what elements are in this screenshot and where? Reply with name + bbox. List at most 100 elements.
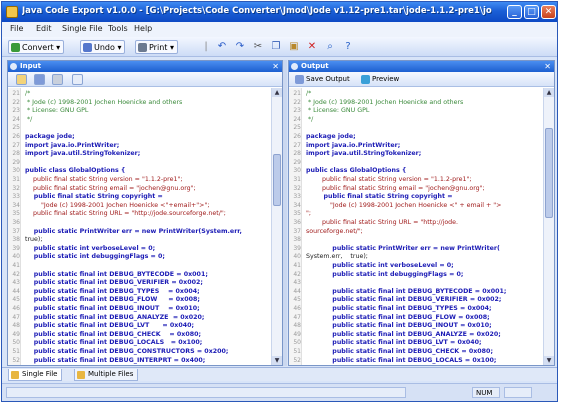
line-number: 36 (12, 219, 20, 226)
scroll-up-icon[interactable]: ▲ (544, 88, 554, 97)
line-number: 29 (12, 158, 20, 166)
code-text: * License: GNU GPL (25, 107, 89, 115)
undo-label: Undo (94, 43, 115, 52)
line-number: 24 (293, 115, 301, 123)
line-number: 32 (12, 184, 20, 192)
tab-single-file[interactable]: Single File (8, 369, 63, 381)
maximize-button[interactable]: □ (524, 5, 539, 19)
line-number: 50 (12, 339, 20, 347)
code-text: public static final int DEBUG_VERIFIER =… (25, 279, 203, 287)
line-number: 45 (293, 296, 301, 304)
code-text: import java.util.StringTokenizer; (25, 150, 141, 158)
code-text: public final static String URL = "http:/… (306, 219, 459, 226)
undo-icon[interactable]: ↶ (216, 41, 228, 53)
line-number: 29 (293, 158, 301, 166)
save-output-label: Save Output (306, 75, 350, 83)
find-icon[interactable]: ⌕ (324, 41, 336, 53)
code-text: public static final int DEBUG_FLOW = 0x0… (306, 313, 490, 321)
line-number: 35 (12, 210, 20, 218)
line-number: 33 (293, 193, 301, 201)
scroll-up-icon[interactable]: ▲ (272, 88, 282, 97)
line-number: 28 (293, 150, 301, 158)
code-text: * Jode (c) 1998-2001 Jochen Hoenicke and… (306, 98, 464, 106)
code-text: public static final int DEBUG_VERIFIER =… (306, 296, 502, 304)
line-number: 36 (293, 219, 301, 226)
code-text: public final static String copyright = (25, 193, 163, 201)
paste-icon[interactable]: ▣ (288, 41, 300, 53)
output-code-editor[interactable]: 21 /* 22 * Jode (c) 1998-2001 Jochen Hoeni… (289, 88, 543, 365)
print-button[interactable]: Print ▾ (135, 40, 178, 54)
status-cell-extra (504, 387, 532, 398)
line-number: 44 (293, 287, 301, 295)
line-number: 52 (12, 356, 20, 364)
close-button[interactable]: ✕ (541, 5, 556, 19)
tab-multiple-files[interactable]: Multiple Files (74, 369, 139, 381)
redo-icon[interactable]: ↷ (234, 41, 246, 53)
print-icon[interactable] (52, 74, 63, 85)
code-text: public static int verboseLevel = 0; (306, 262, 454, 269)
code-text: package jode; (25, 133, 75, 140)
file-icon (11, 371, 19, 379)
input-pane-toolbar (8, 72, 282, 87)
title-bar[interactable]: Java Code Export v1.0.0 - [G:\Projects\C… (2, 2, 557, 22)
code-text: public static final int DEBUG_CHECK = 0x… (306, 348, 493, 355)
code-text: import java.util.StringTokenizer; (306, 150, 422, 158)
line-number: 40 (293, 253, 301, 261)
code-text: public final static String email = "joch… (306, 184, 485, 192)
menu-tools[interactable]: Tools (108, 24, 128, 33)
scroll-down-icon[interactable]: ▼ (272, 356, 282, 365)
code-text: public static final int DEBUG_INOUT = 0x… (25, 305, 200, 312)
status-message (6, 387, 406, 398)
line-number: 45 (12, 296, 20, 304)
menu-single-file[interactable]: Single File (62, 24, 103, 33)
code-text: * License: GNU GPL (306, 107, 370, 115)
input-scrollbar[interactable]: ▲ ▼ (271, 88, 282, 365)
code-text: public static final int DEBUG_LVT = 0x04… (25, 322, 195, 330)
code-text: true); (25, 236, 43, 244)
save-icon[interactable] (34, 74, 45, 85)
menu-help[interactable]: Help (134, 24, 152, 33)
pane-splitter[interactable] (283, 60, 287, 366)
code-text: import java.io.PrintWriter; (25, 141, 120, 149)
line-number: 48 (12, 322, 20, 330)
code-text: public static final int DEBUG_CONSTRUCTO… (25, 348, 229, 355)
code-text: public static final int DEBUG_TYPES = 0x… (306, 305, 492, 312)
menu-edit[interactable]: Edit (36, 24, 52, 33)
line-number: 49 (12, 330, 20, 338)
code-text: public static int debuggingFlags = 0; (306, 270, 464, 278)
output-pane-toolbar: Save Output Preview (289, 72, 554, 87)
input-scroll-thumb[interactable] (273, 154, 281, 206)
output-scroll-thumb[interactable] (545, 128, 553, 218)
line-number: 35 (293, 210, 301, 218)
menu-file[interactable]: File (10, 24, 23, 33)
pin-icon[interactable] (291, 63, 298, 70)
line-number: 23 (293, 107, 301, 115)
scroll-down-icon[interactable]: ▼ (544, 356, 554, 365)
output-scrollbar[interactable]: ▲ ▼ (543, 88, 554, 365)
code-text: public final static String version = "1.… (25, 176, 183, 183)
folder-open-icon[interactable] (16, 74, 27, 85)
preview-button[interactable]: Preview (361, 75, 399, 84)
undo-text-button[interactable]: Undo ▾ (80, 40, 126, 54)
line-number: 26 (12, 133, 20, 140)
close-pane-icon[interactable]: ✕ (272, 61, 279, 72)
delete-icon[interactable]: ✕ (306, 41, 318, 53)
options-dropdown-icon[interactable] (72, 74, 83, 85)
code-text: public static final int DEBUG_ANALYZE = … (25, 313, 205, 321)
app-window: Java Code Export v1.0.0 - [G:\Projects\C… (1, 1, 558, 402)
copy-icon[interactable]: ❐ (270, 41, 282, 53)
output-pane: Output ✕ Save Output Preview 21 /* 22 * Jo… (288, 60, 555, 366)
help-icon[interactable]: ? (342, 41, 354, 53)
cut-icon[interactable]: ✂ (252, 41, 264, 53)
minimize-button[interactable]: _ (507, 5, 522, 19)
main-toolbar: Convert ▾ Undo ▾ Print ▾ | ↶ ↷ ✂ ❐ ▣ ✕ ⌕… (2, 37, 557, 57)
line-number: 27 (12, 141, 20, 149)
line-number: 28 (12, 150, 20, 158)
pin-icon[interactable] (10, 63, 17, 70)
code-text: public class GlobalOptions { (25, 167, 126, 175)
save-output-button[interactable]: Save Output (295, 75, 350, 84)
close-pane-icon[interactable]: ✕ (544, 61, 551, 72)
convert-button[interactable]: Convert ▾ (8, 40, 65, 54)
code-text: "Jode (c) 1998-2001 Jochen Hoenicke <" +… (306, 201, 502, 209)
input-code-editor[interactable]: 21 /* 22 * Jode (c) 1998-2001 Jochen Hoeni… (8, 88, 271, 365)
